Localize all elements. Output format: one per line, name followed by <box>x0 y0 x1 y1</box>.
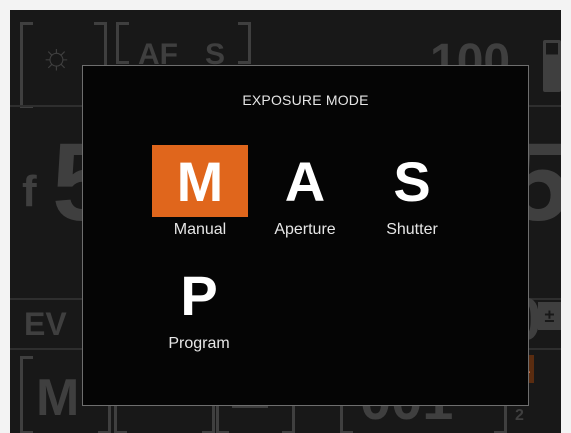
ev-label: EV <box>24 306 67 342</box>
battery-icon <box>543 40 561 92</box>
mode-label: Aperture <box>274 221 336 238</box>
mode-letter: M <box>36 369 80 427</box>
mode-label: Shutter <box>386 221 438 238</box>
mode-option-shutter[interactable]: S Shutter <box>362 145 462 239</box>
mode-letter: M <box>152 145 248 217</box>
mode-label: Program <box>168 335 230 352</box>
sun-icon: ☼ <box>40 35 73 76</box>
camera-screen: ☼ AF S 100 f 5 5 EV 0 ± M • 001 1 2 EXPO… <box>10 10 561 433</box>
card-slot-2-label: 2 <box>515 407 524 424</box>
bracket <box>116 22 129 64</box>
plus-minus-icon: ± <box>538 302 561 330</box>
mode-letter: A <box>284 150 326 213</box>
mode-letter: P <box>180 264 218 327</box>
bracket <box>238 22 251 64</box>
dialog-title: EXPOSURE MODE <box>242 92 369 108</box>
mode-option-manual[interactable]: M Manual <box>150 145 250 239</box>
mode-option-aperture[interactable]: A Aperture <box>255 145 355 239</box>
mode-label: Manual <box>173 221 227 238</box>
mode-letter: S <box>393 150 431 213</box>
mode-option-program[interactable]: P Program <box>149 259 249 353</box>
aperture-prefix: f <box>22 167 37 216</box>
bracket <box>20 356 33 433</box>
bracket <box>20 22 33 108</box>
exposure-mode-dialog: EXPOSURE MODE M Manual A Aperture S Shut… <box>82 65 529 406</box>
